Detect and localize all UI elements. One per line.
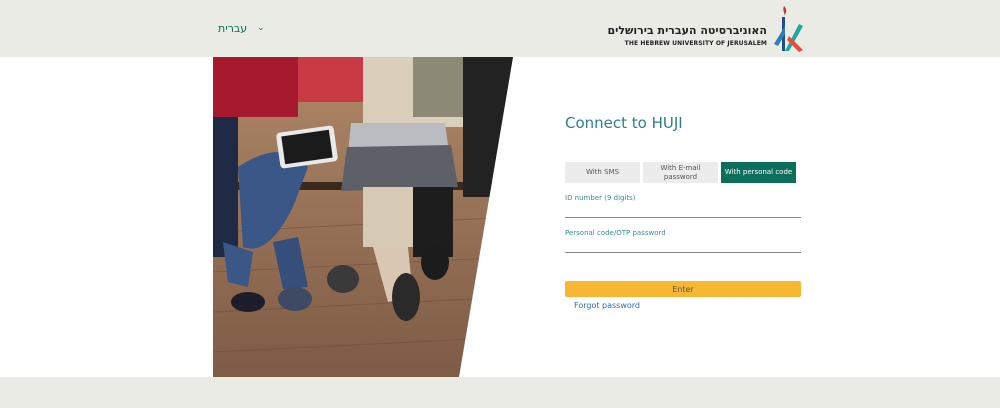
forgot-password-link[interactable]: Forgot password xyxy=(574,301,640,310)
university-logo[interactable]: האוניברסיטה העברית בירושלים THE HEBREW U… xyxy=(607,4,805,54)
logo-text: האוניברסיטה העברית בירושלים THE HEBREW U… xyxy=(607,24,767,47)
logo-english-name: THE HEBREW UNIVERSITY OF JERUSALEM xyxy=(624,40,767,47)
personal-code-input[interactable] xyxy=(565,237,801,251)
tab-personal-code[interactable]: With personal code xyxy=(721,162,796,183)
footer-text-fragment: ​ xyxy=(425,403,495,408)
login-method-tabs: With SMS With E-mail password With perso… xyxy=(565,162,796,183)
tab-email-password[interactable]: With E-mail password xyxy=(643,162,718,183)
personal-code-underline xyxy=(565,252,801,253)
id-number-input[interactable] xyxy=(565,202,801,216)
huji-emblem-icon xyxy=(774,6,803,52)
students-laptop-photo xyxy=(213,57,513,377)
language-selector[interactable]: עברית ⌄ xyxy=(218,22,265,35)
top-header-bar: עברית ⌄ האוניברסיטה העברית בירושלים THE … xyxy=(0,0,1000,57)
logo-hebrew-name: האוניברסיטה העברית בירושלים xyxy=(607,24,767,37)
chevron-down-icon: ⌄ xyxy=(257,22,265,33)
language-label: עברית xyxy=(218,22,248,35)
page-footer: ​ xyxy=(0,377,1000,408)
page-title: Connect to HUJI xyxy=(565,114,683,132)
tab-sms[interactable]: With SMS xyxy=(565,162,640,183)
personal-code-label: Personal code/OTP password xyxy=(565,229,666,237)
id-number-label: ID number (9 digits) xyxy=(565,194,636,202)
id-number-underline xyxy=(565,217,801,218)
enter-button[interactable]: Enter xyxy=(565,281,801,297)
